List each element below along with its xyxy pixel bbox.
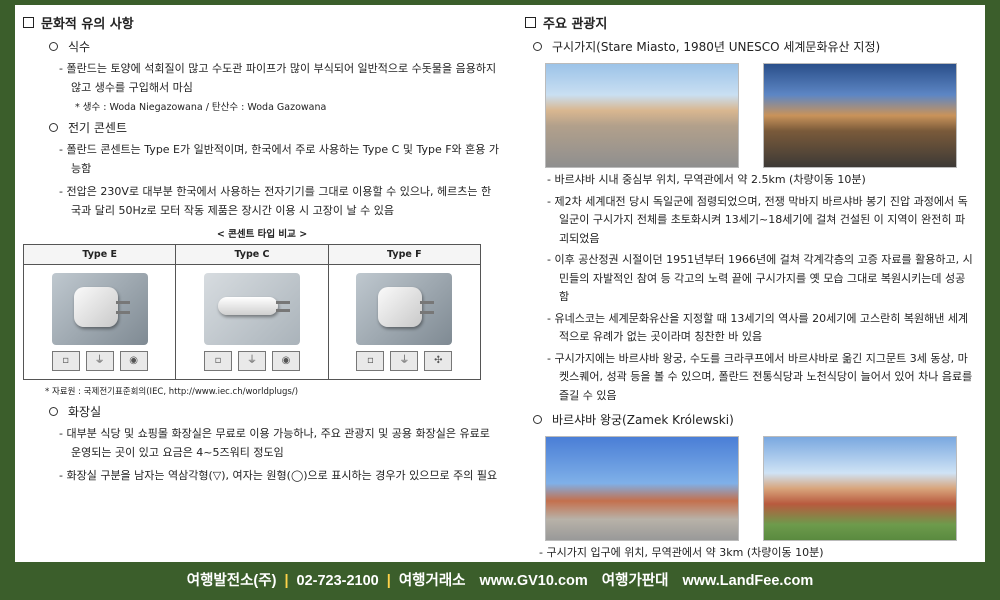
note-text: * 생수 : Woda Niegazowana / 탄산수 : Woda Gaz… — [75, 102, 327, 113]
old-town-fountain-photo — [763, 63, 957, 168]
subsection-title: 식수 — [68, 40, 91, 54]
bullet-text: - 전압은 230V로 대부분 한국에서 사용하는 전자기기를 그대로 이용할 … — [59, 185, 492, 217]
source-note: * 자료원 : 국제전기표준회의(IEC, http://www.iec.ch/… — [45, 387, 299, 397]
footer-label: 여행거래소 — [398, 573, 466, 589]
subsection-toilet: 화장실 — [49, 403, 501, 420]
plug-icon: ⏚ — [390, 351, 419, 371]
plug-e-image — [51, 273, 148, 345]
subsection-title: 화장실 — [68, 405, 102, 419]
right-column: 주요 관광지 구시가지(Stare Miasto, 1980년 UNESCO 세… — [525, 5, 975, 563]
socket-icon: ▫ — [51, 351, 80, 371]
footer-banner: 여행발전소(주) | 02-723-2100 | 여행거래소 www.GV10.com 여행… — [186, 573, 814, 589]
subsection-title: 구시가지(Stare Miasto, 1980년 UNESCO 세계문화유산 지… — [552, 40, 881, 54]
plug-icon: ⏚ — [237, 351, 266, 371]
section-title-culture: 문화적 유의 사항 — [23, 13, 501, 32]
socket-icon: ▫ — [203, 351, 232, 371]
bullet-text: - 화장실 구분을 남자는 역삼각형(▽), 여자는 원형(◯)으로 표시하는 … — [59, 469, 498, 482]
circle-bullet-icon — [49, 407, 58, 416]
circle-bullet-icon — [49, 123, 58, 132]
bullet-text: - 구시가지에는 바르샤바 왕궁, 수도를 크라쿠프에서 바르샤바로 옮긴 지그… — [547, 351, 973, 402]
checkbox-square-icon — [525, 17, 536, 28]
bullet-text: - 구시가지 입구에 위치, 무역관에서 약 3km (차량이동 10분) — [539, 546, 824, 559]
castle-square-photo — [545, 436, 739, 541]
table-header: Type F — [327, 244, 482, 265]
bullet-text: - 대부분 식당 및 쇼핑몰 화장실은 무료로 이용 가능하나, 주요 관광지 … — [59, 427, 490, 459]
subsection-title: 바르샤바 왕궁(Zamek Królewski) — [552, 413, 734, 427]
subsection-oldtown: 구시가지(Stare Miasto, 1980년 UNESCO 세계문화유산 지… — [533, 38, 975, 55]
table-header: Type C — [175, 244, 329, 265]
subsection-outlet: 전기 콘센트 — [49, 119, 501, 136]
subsection-title: 전기 콘센트 — [68, 121, 128, 135]
bullet-text: - 이후 공산정권 시절이던 1951년부터 1966년에 걸쳐 각계각층의 고… — [547, 253, 973, 303]
circle-bullet-icon — [533, 42, 542, 51]
circle-bullet-icon — [533, 415, 542, 424]
plug-cell-type-f: ▫ ⏚ ✣ — [327, 264, 482, 380]
old-town-square-photo — [545, 63, 739, 168]
table-header: Type E — [22, 244, 177, 265]
photo-row-castle — [545, 436, 975, 541]
socket-icon: ▫ — [356, 351, 385, 371]
outlet-icon: ◉ — [271, 351, 300, 371]
subsection-castle: 바르샤바 왕궁(Zamek Królewski) — [533, 411, 975, 428]
bullet-text: - 유네스코는 세계문화유산을 지정할 때 13세기의 역사를 20세기에 고스… — [547, 311, 969, 344]
royal-castle-photo — [763, 436, 957, 541]
table-caption: < 콘센트 타입 비교 > — [216, 229, 308, 240]
plug-c-image — [203, 273, 300, 345]
outlet-icon: ◉ — [119, 351, 148, 371]
outlet-icon: ✣ — [424, 351, 453, 371]
plug-f-image — [356, 273, 453, 345]
bullet-text: - 바르샤바 시내 중심부 위치, 무역관에서 약 2.5km (차량이동 10… — [547, 173, 866, 186]
checkbox-square-icon — [23, 17, 34, 28]
circle-bullet-icon — [49, 42, 58, 51]
page-frame: 문화적 유의 사항 식수 - 폴란드는 토양에 석회질이 많고 수도관 파이프가… — [0, 0, 1000, 600]
section-title-attractions: 주요 관광지 — [525, 13, 975, 32]
subsection-water: 식수 — [49, 38, 501, 55]
footer-label: 여행가판대 — [601, 573, 669, 589]
plug-icon: ⏚ — [85, 351, 114, 371]
plug-cell-type-c: ▫ ⏚ ◉ — [175, 264, 329, 380]
left-column: 문화적 유의 사항 식수 - 폴란드는 토양에 석회질이 많고 수도관 파이프가… — [22, 5, 501, 485]
phone-number: 02-723-2100 — [296, 573, 379, 589]
section-title-text: 문화적 유의 사항 — [41, 17, 134, 32]
plug-type-table: Type E Type C Type F ▫ ⏚ ◉ ▫ ⏚ ◉ ▫ ⏚ ✣ — [22, 244, 482, 380]
bullet-text: - 폴란드 콘센트는 Type E가 일반적이며, 한국에서 주로 사용하는 T… — [59, 143, 500, 175]
section-title-text: 주요 관광지 — [543, 17, 608, 32]
footer-link[interactable]: www.GV10.com — [480, 573, 588, 589]
bullet-text: - 제2차 세계대전 당시 독일군에 점령되었으며, 전쟁 막바지 바르샤바 봉… — [547, 194, 968, 245]
document-page: 문화적 유의 사항 식수 - 폴란드는 토양에 석회질이 많고 수도관 파이프가… — [15, 5, 985, 562]
company-name: 여행발전소(주) — [186, 573, 277, 589]
plug-cell-type-e: ▫ ⏚ ◉ — [22, 264, 177, 380]
footer-link[interactable]: www.LandFee.com — [682, 573, 813, 589]
bullet-text: - 폴란드는 토양에 석회질이 많고 수도관 파이프가 많이 부식되어 일반적으… — [59, 62, 497, 94]
photo-row-oldtown — [545, 63, 975, 168]
